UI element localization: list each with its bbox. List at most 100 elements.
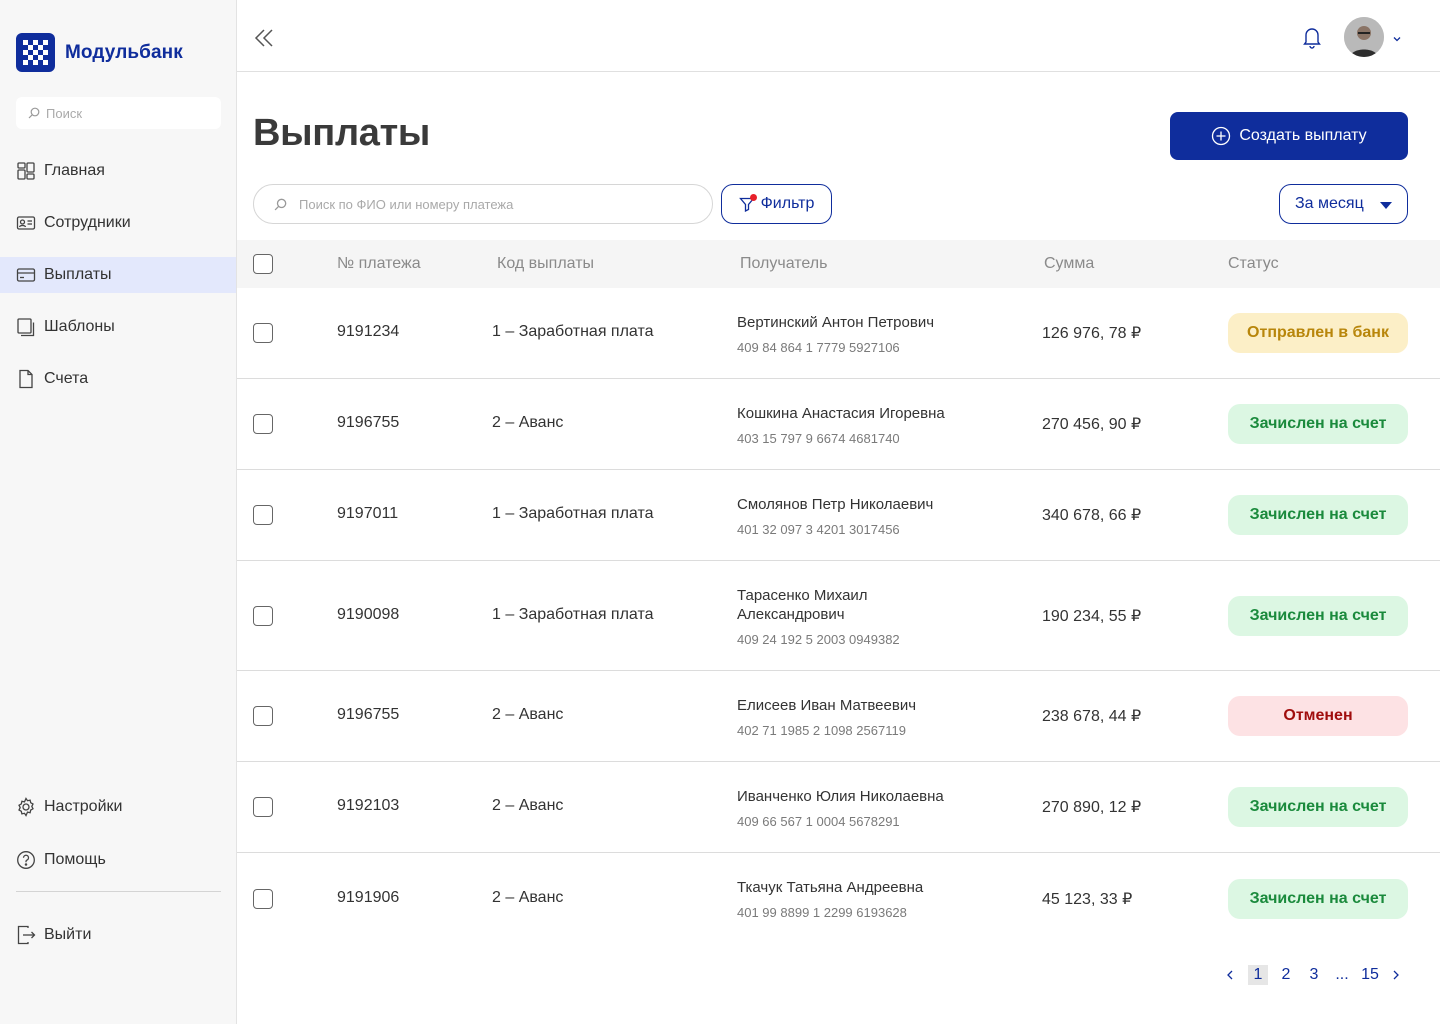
recipient-name: Смолянов Петр Николаевич [737, 496, 934, 513]
header-sum[interactable]: Сумма [1044, 255, 1094, 273]
card-icon [16, 265, 36, 285]
recipient-account: 409 24 192 5 2003 0949382 [737, 632, 900, 647]
table-row[interactable]: 9197011 1 – Заработная плата Смолянов Пе… [237, 470, 1440, 561]
payout-search-input[interactable] [299, 196, 699, 212]
recipient: Ткачук Татьяна Андреевна 401 99 8899 1 2… [737, 878, 997, 920]
payment-sum: 190 234, 55 ₽ [1042, 607, 1142, 625]
payment-number: 9196755 [337, 414, 400, 431]
payout-search[interactable] [253, 184, 713, 224]
next-page-button[interactable] [1388, 965, 1404, 985]
row-checkbox[interactable] [253, 323, 273, 343]
payouts-table: № платежа Код выплаты Получатель Сумма С… [237, 240, 1440, 944]
sidebar-item-payouts[interactable]: Выплаты [0, 257, 236, 293]
status-badge: Зачислен на счет [1228, 787, 1408, 827]
sidebar-logout: Выйти [0, 917, 236, 969]
sidebar-item-label: Настройки [44, 798, 123, 815]
table-row[interactable]: 9190098 1 – Заработная плата Тарасенко М… [237, 561, 1440, 671]
table-row[interactable]: 9191906 2 – Аванс Ткачук Татьяна Андреев… [237, 853, 1440, 944]
payout-code: 1 – Заработная плата [492, 323, 654, 340]
page-last[interactable]: 15 [1360, 965, 1380, 985]
payment-number: 9191906 [337, 888, 400, 906]
payment-sum: 126 976, 78 ₽ [1042, 325, 1142, 342]
filter-icon [738, 194, 757, 212]
payment-sum: 270 890, 12 ₽ [1042, 799, 1142, 816]
recipient-account: 402 71 1985 2 1098 2567119 [737, 723, 906, 738]
select-all-checkbox[interactable] [253, 254, 273, 274]
id-card-icon [16, 213, 36, 233]
payout-code: 2 – Аванс [492, 888, 564, 906]
create-payout-button[interactable]: Создать выплату [1170, 112, 1408, 160]
sidebar-item-templates[interactable]: Шаблоны [0, 309, 236, 345]
sidebar: Модульбанк Главная Сотрудники Выплаты [0, 0, 237, 1024]
table-row[interactable]: 9191234 1 – Заработная плата Вертинский … [237, 288, 1440, 379]
sidebar-item-label: Главная [44, 162, 105, 179]
sidebar-item-help[interactable]: Помощь [0, 842, 236, 878]
filter-label: Фильтр [760, 195, 815, 212]
header-payment-number[interactable]: № платежа [337, 255, 421, 273]
payout-code: 2 – Аванс [492, 706, 564, 723]
recipient-name: Иванченко Юлия Николаевна [737, 788, 944, 805]
recipient: Смолянов Петр Николаевич 401 32 097 3 42… [737, 495, 997, 537]
recipient: Кошкина Анастасия Игоревна 403 15 797 9 … [737, 404, 997, 446]
page-2[interactable]: 2 [1276, 965, 1296, 985]
recipient-name: Вертинский Антон Петрович [737, 314, 935, 331]
payout-code: 2 – Аванс [492, 797, 564, 814]
status-badge: Отправлен в банк [1228, 313, 1408, 353]
page-3[interactable]: 3 [1304, 965, 1324, 985]
brand-logo[interactable]: Модульбанк [16, 33, 183, 72]
collapse-sidebar-button[interactable] [251, 25, 277, 51]
recipient-account: 401 99 8899 1 2299 6193628 [737, 905, 907, 920]
status-badge: Зачислен на счет [1228, 404, 1408, 444]
sidebar-item-label: Шаблоны [44, 318, 115, 335]
payment-sum: 340 678, 66 ₽ [1042, 507, 1142, 524]
payment-sum: 238 678, 44 ₽ [1042, 708, 1142, 725]
table-row[interactable]: 9196755 2 – Аванс Елисеев Иван Матвеевич… [237, 671, 1440, 762]
row-checkbox[interactable] [253, 505, 273, 525]
account-menu-button[interactable] [1392, 31, 1402, 49]
avatar[interactable] [1344, 17, 1384, 57]
header-payout-code[interactable]: Код выплаты [497, 255, 594, 273]
recipient-name: Тарасенко Михаил Александрович [737, 587, 868, 623]
row-checkbox[interactable] [253, 414, 273, 434]
create-payout-label: Создать выплату [1239, 127, 1367, 144]
sidebar-item-accounts[interactable]: Счета [0, 361, 236, 397]
home-icon [16, 161, 36, 181]
header-recipient[interactable]: Получатель [740, 255, 827, 273]
table-row[interactable]: 9192103 2 – Аванс Иванченко Юлия Николае… [237, 762, 1440, 853]
recipient: Елисеев Иван Матвеевич 402 71 1985 2 109… [737, 696, 997, 738]
sidebar-item-home[interactable]: Главная [0, 153, 236, 189]
status-badge: Зачислен на счет [1228, 495, 1408, 535]
plus-circle-icon [1211, 126, 1231, 146]
recipient: Тарасенко Михаил Александрович 409 24 19… [737, 586, 937, 647]
row-checkbox[interactable] [253, 888, 273, 909]
row-checkbox[interactable] [253, 605, 273, 626]
table-row[interactable]: 9196755 2 – Аванс Кошкина Анастасия Игор… [237, 379, 1440, 470]
page-1[interactable]: 1 [1248, 965, 1268, 985]
filter-button[interactable]: Фильтр [721, 184, 832, 224]
row-checkbox[interactable] [253, 706, 273, 726]
document-icon [16, 369, 36, 389]
prev-page-button[interactable] [1222, 965, 1238, 985]
sidebar-search[interactable] [16, 97, 221, 129]
chevron-down-icon [1393, 37, 1401, 42]
recipient-name: Елисеев Иван Матвеевич [737, 697, 917, 714]
period-select[interactable]: За месяц [1279, 184, 1408, 224]
search-icon [28, 107, 40, 119]
sidebar-search-input[interactable] [46, 105, 216, 121]
gear-icon [16, 797, 36, 817]
logout-label: Выйти [44, 926, 92, 943]
logout-button[interactable]: Выйти [0, 917, 236, 953]
payout-code: 1 – Заработная плата [492, 505, 654, 522]
sidebar-item-employees[interactable]: Сотрудники [0, 205, 236, 241]
double-chevron-left-icon [254, 29, 273, 47]
notifications-button[interactable] [1300, 25, 1324, 54]
sidebar-item-settings[interactable]: Настройки [0, 789, 236, 825]
page-title: Выплаты [253, 112, 431, 154]
payout-code: 2 – Аванс [492, 414, 564, 431]
header-status[interactable]: Статус [1228, 255, 1279, 273]
payment-number: 9197011 [337, 505, 399, 522]
help-icon [16, 850, 36, 870]
row-checkbox[interactable] [253, 797, 273, 817]
recipient-account: 409 84 864 1 7779 5927106 [737, 340, 900, 355]
status-badge: Отменен [1228, 696, 1408, 736]
